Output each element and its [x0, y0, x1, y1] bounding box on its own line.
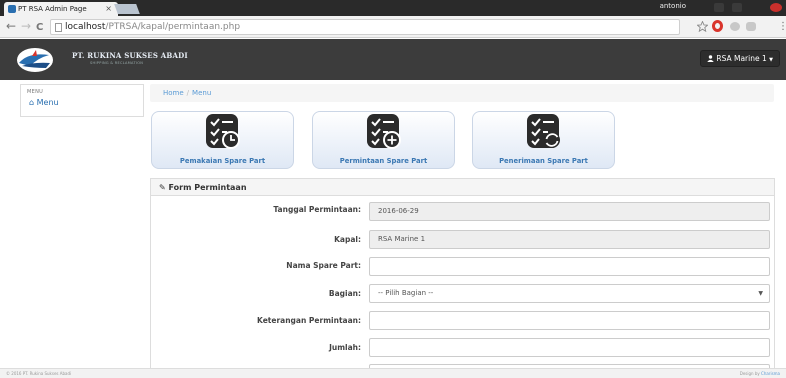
- tile-label: Permintaan Spare Part: [339, 157, 428, 165]
- url-host: localhost: [65, 22, 106, 32]
- minimize-icon[interactable]: [714, 3, 724, 12]
- bagian-select[interactable]: -- Pilih Bagian -- ▼: [369, 284, 770, 303]
- checklist-add-icon: [367, 114, 401, 149]
- user-icon: [707, 55, 714, 62]
- tile-penerimaan[interactable]: Penerimaan Spare Part: [472, 111, 615, 169]
- brand-tagline: SHIPPING & RECLAMATION: [90, 61, 144, 65]
- kapal-field[interactable]: RSA Marine 1: [369, 230, 770, 249]
- tab-title: PT RSA Admin Page: [18, 5, 87, 13]
- edit-icon: ✎: [159, 183, 166, 192]
- browser-profile-name[interactable]: antonio: [660, 2, 686, 10]
- tile-pemakaian[interactable]: Pemakaian Spare Part: [151, 111, 294, 169]
- brand-name: PT. RUKINA SUKSES ABADI: [72, 51, 188, 60]
- bagian-label: Bagian:: [328, 289, 361, 298]
- forward-icon[interactable]: →: [21, 20, 31, 33]
- sidebar-item-label: Menu: [36, 98, 59, 107]
- bagian-selected-value: -- Pilih Bagian --: [378, 289, 434, 297]
- browser-menu-icon[interactable]: ⋮: [778, 21, 786, 32]
- keterangan-permintaan-input[interactable]: [369, 311, 770, 330]
- sidebar-heading: MENU: [27, 89, 44, 95]
- nama-spare-part-label: Nama Spare Part:: [286, 261, 361, 270]
- form-panel-header: ✎ Form Permintaan: [151, 179, 774, 196]
- breadcrumb-home[interactable]: Home: [163, 89, 184, 97]
- kapal-label: Kapal:: [334, 235, 361, 244]
- sidebar-item-menu[interactable]: ⌂ Menu: [21, 95, 143, 107]
- breadcrumb-separator: /: [186, 89, 190, 97]
- extension-icon[interactable]: [730, 22, 740, 31]
- page-icon: [55, 23, 62, 32]
- caret-down-icon: ▼: [769, 57, 773, 63]
- keterangan-label: Keterangan Permintaan:: [257, 316, 361, 325]
- user-menu-label: RSA Marine 1: [716, 54, 767, 63]
- form-title: Form Permintaan: [168, 183, 247, 192]
- form-panel: ✎ Form Permintaan Tanggal Permintaan: 20…: [150, 178, 775, 378]
- url-input[interactable]: localhost/PTRSA/kapal/permintaan.php: [50, 19, 680, 35]
- browser-titlebar: PT RSA Admin Page × antonio: [0, 0, 786, 16]
- footer: © 2016 PT. Rukina Sukses Abadi Design by…: [0, 368, 786, 378]
- tile-permintaan[interactable]: Permintaan Spare Part: [312, 111, 455, 169]
- footer-credit-link[interactable]: Charisma: [761, 371, 780, 376]
- address-toolbar: ← → C localhost/PTRSA/kapal/permintaan.p…: [0, 16, 786, 38]
- footer-credit: Design by Charisma: [740, 369, 780, 378]
- home-icon: ⌂: [29, 98, 35, 107]
- back-icon[interactable]: ←: [6, 20, 16, 33]
- reload-icon[interactable]: C: [36, 21, 43, 34]
- bookmark-star-icon[interactable]: [697, 21, 708, 32]
- url-path: /PTRSA/kapal/permintaan.php: [105, 22, 241, 32]
- extension-icon[interactable]: [746, 22, 756, 31]
- new-tab-button[interactable]: [114, 4, 140, 14]
- browser-tab[interactable]: PT RSA Admin Page ×: [4, 2, 118, 16]
- breadcrumb: Home / Menu: [150, 84, 774, 102]
- jumlah-label: Jumlah:: [329, 343, 361, 352]
- company-logo[interactable]: [16, 46, 54, 73]
- tanggal-label: Tanggal Permintaan:: [273, 205, 361, 214]
- window-close-icon[interactable]: [770, 3, 782, 12]
- checklist-sync-icon: [527, 114, 560, 148]
- tanggal-permintaan-field[interactable]: 2016-06-29: [369, 202, 770, 221]
- favicon-icon: [8, 5, 16, 13]
- sidebar: MENU ⌂ Menu: [20, 84, 144, 117]
- breadcrumb-current[interactable]: Menu: [192, 89, 211, 97]
- select-caret-icon: ▼: [758, 290, 763, 297]
- user-menu-button[interactable]: RSA Marine 1 ▼: [699, 50, 780, 67]
- nama-spare-part-input[interactable]: [369, 257, 770, 276]
- tile-label: Pemakaian Spare Part: [179, 157, 266, 165]
- tab-close-icon[interactable]: ×: [105, 2, 112, 16]
- checklist-clock-icon: [206, 114, 240, 149]
- app-header: PT. RUKINA SUKSES ABADI SHIPPING & RECLA…: [0, 39, 786, 80]
- footer-copyright: © 2016 PT. Rukina Sukses Abadi: [6, 371, 72, 376]
- tile-label: Penerimaan Spare Part: [499, 157, 588, 165]
- footer-credit-prefix: Design by: [739, 371, 760, 376]
- jumlah-input[interactable]: [369, 338, 770, 357]
- opera-extension-icon[interactable]: [712, 20, 723, 32]
- maximize-icon[interactable]: [732, 3, 742, 12]
